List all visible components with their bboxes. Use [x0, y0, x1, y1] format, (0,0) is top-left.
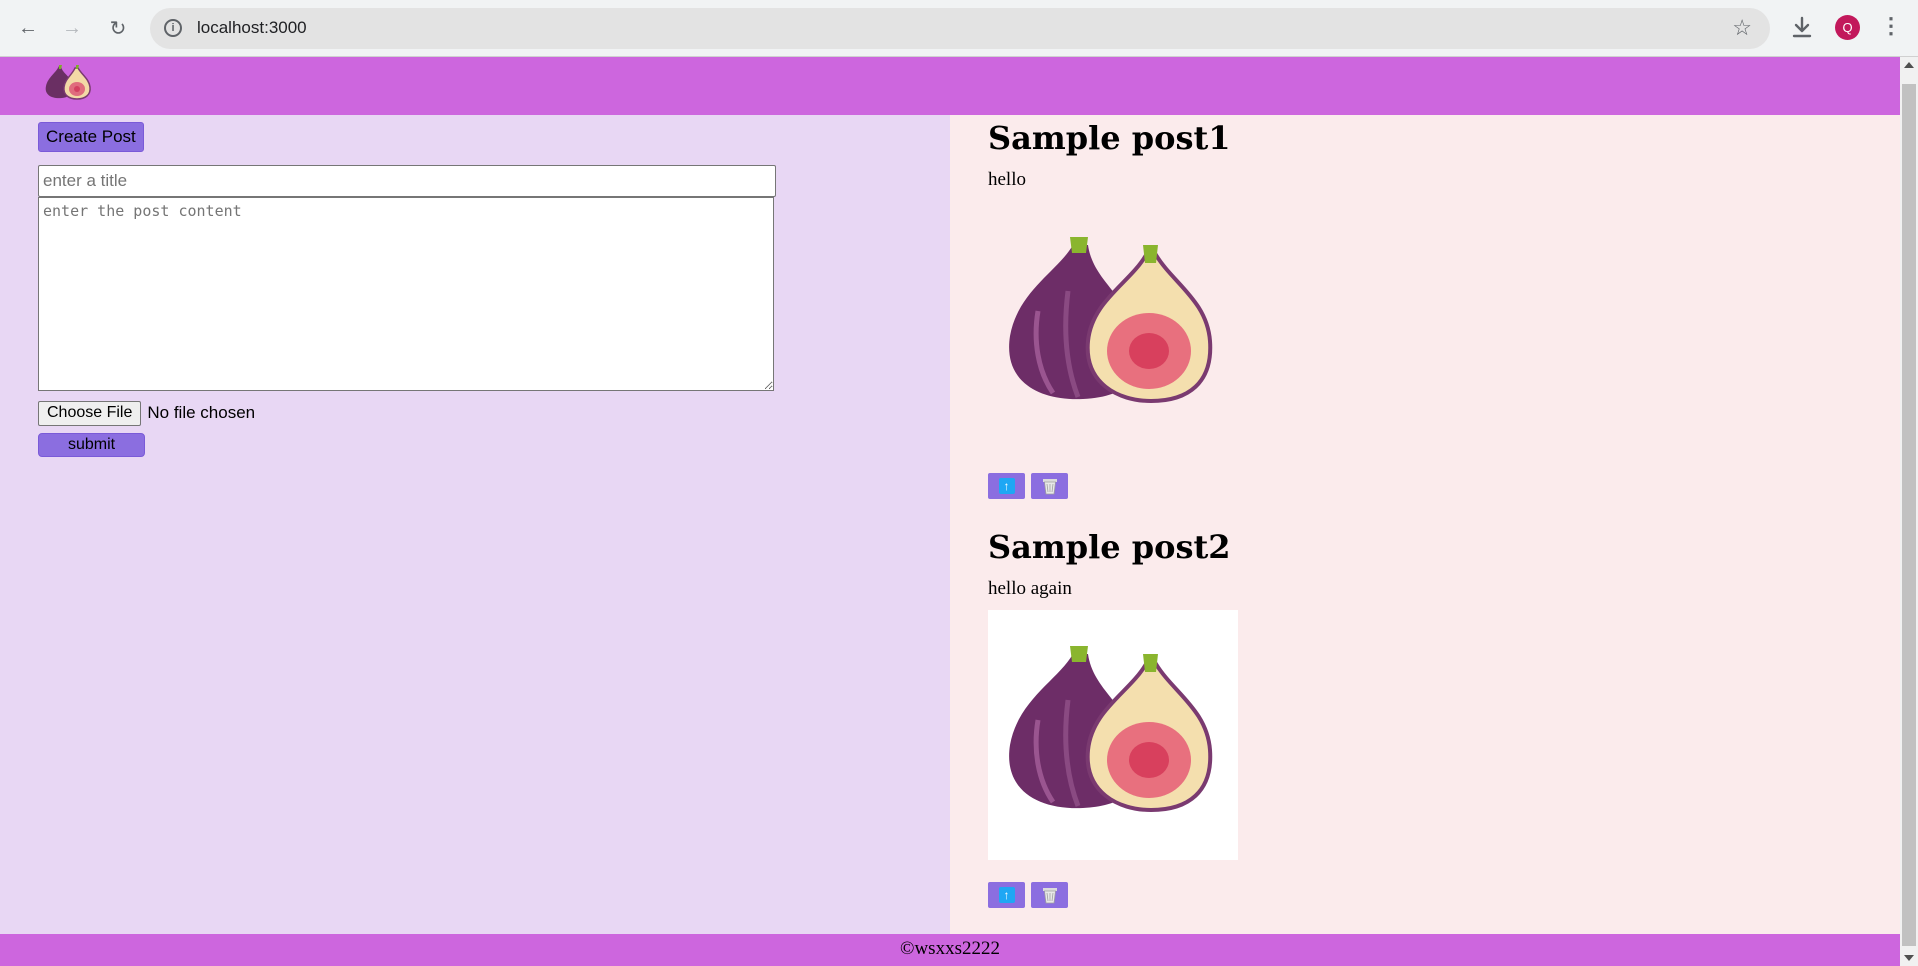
delete-button[interactable] [1031, 473, 1068, 499]
scroll-down-arrow-icon[interactable] [1904, 955, 1914, 961]
url-text[interactable]: localhost:3000 [197, 18, 307, 38]
post-body: hello again [988, 578, 1072, 599]
post-image [1009, 237, 1213, 404]
info-icon[interactable]: i [164, 19, 182, 37]
upvote-button[interactable]: ↑ [988, 882, 1025, 908]
post-title: Sample post2 [988, 528, 1231, 566]
title-input[interactable] [38, 165, 776, 197]
fig-logo-icon[interactable] [40, 61, 96, 101]
post-item: Sample post2 hello again ↑ [988, 524, 1588, 934]
file-input[interactable]: Choose File No file chosen [38, 400, 255, 426]
app-header [0, 57, 1900, 115]
create-post-panel: Create Post Choose File No file chosen s… [0, 115, 950, 934]
posts-panel: Sample post1 hello ↑ Sample post2 hello … [950, 115, 1900, 934]
scrollbar-thumb[interactable] [1902, 84, 1916, 946]
post-title: Sample post1 [988, 119, 1231, 157]
content-input[interactable] [38, 197, 774, 391]
address-bar[interactable]: i localhost:3000 ☆ [150, 8, 1770, 49]
download-icon[interactable] [1788, 12, 1816, 42]
kebab-menu-icon[interactable]: ⋮ [1880, 13, 1902, 39]
trash-icon [1042, 478, 1057, 494]
star-icon[interactable]: ☆ [1732, 15, 1752, 41]
app-footer: ©wsxxs2222 [0, 934, 1900, 966]
arrow-up-icon: ↑ [998, 478, 1015, 494]
browser-toolbar: ← → ↻ i localhost:3000 ☆ Q ⋮ [0, 0, 1918, 57]
submit-button[interactable]: submit [38, 433, 145, 457]
reload-icon[interactable]: ↻ [103, 13, 133, 43]
post-image [988, 610, 1238, 860]
page-scrollbar[interactable] [1900, 57, 1918, 966]
post-item: Sample post1 hello ↑ [988, 115, 1588, 515]
delete-button[interactable] [1031, 882, 1068, 908]
upvote-button[interactable]: ↑ [988, 473, 1025, 499]
post-body: hello [988, 169, 1026, 190]
forward-arrow-icon[interactable]: → [57, 13, 87, 43]
file-status: No file chosen [147, 403, 256, 422]
scroll-up-arrow-icon[interactable] [1904, 62, 1914, 68]
back-arrow-icon[interactable]: ← [13, 13, 43, 43]
arrow-up-icon: ↑ [998, 887, 1015, 903]
trash-icon [1042, 887, 1057, 903]
choose-file-button[interactable]: Choose File [38, 400, 142, 426]
create-post-button[interactable]: Create Post [38, 122, 144, 152]
copyright-text: ©wsxxs2222 [900, 938, 1000, 959]
profile-avatar[interactable]: Q [1835, 15, 1860, 40]
